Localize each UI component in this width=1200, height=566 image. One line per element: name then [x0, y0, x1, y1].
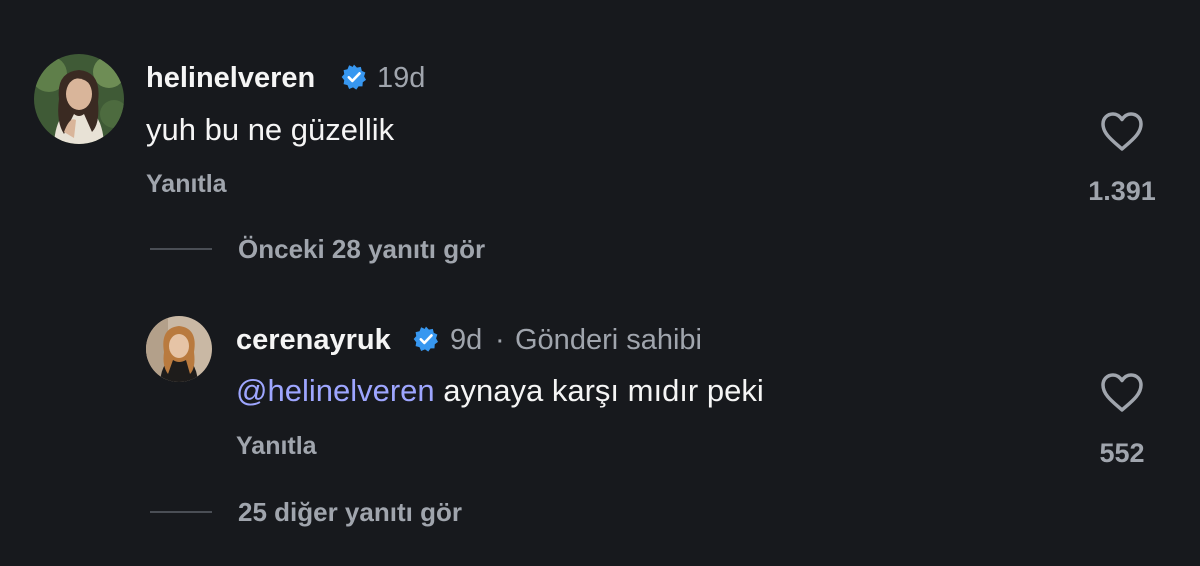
post-author-label: Gönderi sahibi — [515, 324, 702, 356]
mention-link[interactable]: @helinelveren — [236, 373, 435, 408]
like-count: 552 — [1099, 438, 1145, 468]
avatar[interactable] — [146, 316, 212, 382]
view-previous-replies-button[interactable]: Önceki 28 yanıtı gör — [238, 233, 485, 265]
comments-panel: helinelveren 19d yuh bu ne güzellik Yanı… — [0, 0, 1200, 566]
reply-button[interactable]: Yanıtla — [146, 168, 227, 200]
reply-button[interactable]: Yanıtla — [236, 430, 317, 462]
meta-separator: · — [495, 324, 505, 356]
like-count: 1.391 — [1088, 176, 1156, 206]
heart-icon[interactable] — [1099, 371, 1145, 413]
heart-icon[interactable] — [1099, 110, 1145, 152]
view-more-replies-button[interactable]: 25 diğer yanıtı gör — [238, 496, 462, 528]
verified-badge-icon — [341, 64, 367, 90]
comment-username[interactable]: cerenayruk — [236, 322, 391, 358]
verified-badge-icon — [413, 326, 439, 352]
comment-timestamp: 19d — [377, 62, 426, 94]
avatar[interactable] — [34, 54, 124, 144]
comment-username[interactable]: helinelveren — [146, 60, 315, 96]
comment-text-row: @helinelveren aynaya karşı mıdır peki — [236, 371, 764, 411]
comment-text: aynaya karşı mıdır peki — [443, 373, 764, 408]
replies-divider — [150, 248, 212, 250]
comment-timestamp: 9d — [450, 324, 483, 356]
replies-divider — [150, 511, 212, 513]
comment-text: yuh bu ne güzellik — [146, 112, 395, 147]
